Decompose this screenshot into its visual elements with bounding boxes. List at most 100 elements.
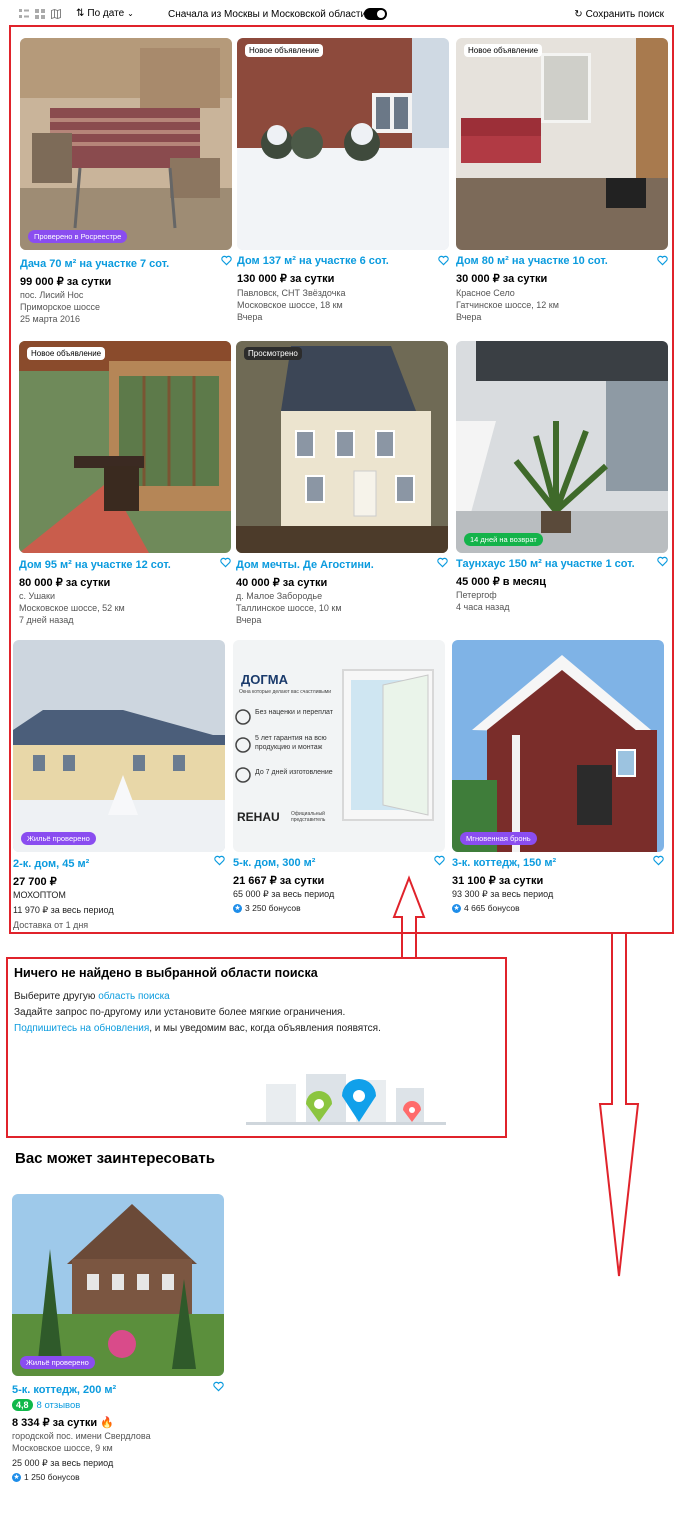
listing-period-price: 93 300 ₽ за весь период <box>452 889 554 899</box>
new-listing-badge: Новое объявление <box>27 347 106 360</box>
verified-badge: Жильё проверено <box>21 832 96 845</box>
photo-brick-house-winter <box>237 38 449 250</box>
ad-tagline: Окна которые делают вас счастливыми <box>239 689 332 695</box>
ad-partner-logo: REHAU <box>237 810 280 824</box>
photo-townhouse-palm <box>456 341 668 553</box>
ad-brand-logo: ДОГМА <box>241 672 288 687</box>
listing-photo[interactable]: Просмотрено <box>236 341 448 553</box>
empty-state-title: Ничего не найдено в выбранной области по… <box>14 966 318 980</box>
bonus-icon: ★ <box>452 903 461 913</box>
listing-title[interactable]: Дом мечты. Де Агостини. <box>236 559 432 571</box>
verified-badge: Жильё проверено <box>20 1356 95 1369</box>
reviews-link[interactable]: 8 отзывов <box>37 1400 81 1411</box>
listing-title[interactable]: Дом 95 м² на участке 12 сот. <box>19 559 215 571</box>
listing-title[interactable]: Таунхаус 150 м² на участке 1 сот. <box>456 558 652 570</box>
ad-feature-1: Без наценки и переплат <box>255 709 333 716</box>
price-label: 8 334 ₽ за сутки <box>12 1417 98 1429</box>
listing-price: 130 000 ₽ за сутки <box>237 273 335 285</box>
listing-title[interactable]: 5-к. коттедж, 200 м² <box>12 1384 208 1396</box>
listing-title[interactable]: 5-к. дом, 300 м² <box>233 857 429 869</box>
refund-badge: 14 дней на возврат <box>464 533 543 546</box>
listing-price: 40 000 ₽ за сутки <box>236 577 328 589</box>
photo-winter-house <box>13 640 225 852</box>
subscribe-updates-link[interactable]: Подпишитесь на обновления <box>14 1023 149 1034</box>
favorite-heart-icon[interactable] <box>657 556 668 567</box>
map-pins-illustration <box>246 1074 446 1125</box>
favorite-heart-icon[interactable] <box>653 855 664 866</box>
listing-photo[interactable]: Мгновенная бронь <box>452 640 664 852</box>
listing-price: 8 334 ₽ за сутки 🔥 <box>12 1416 114 1429</box>
favorite-heart-icon[interactable] <box>214 855 225 866</box>
listing-photo[interactable]: Новое объявление <box>456 38 668 250</box>
favorite-heart-icon[interactable] <box>213 1381 224 1392</box>
listing-bonus: ★ 1 250 бонусов <box>12 1472 80 1482</box>
photo-dollhouse <box>236 341 448 553</box>
listing-location: с. Ушаки <box>19 591 56 601</box>
listing-date: Вчера <box>237 312 263 322</box>
empty-state-line-2: Задайте запрос по-другому или установите… <box>14 1007 346 1018</box>
listing-date: Вчера <box>236 615 262 625</box>
bonus-label: 1 250 бонусов <box>24 1472 80 1482</box>
listing-delivery: Доставка от 1 дня <box>13 920 89 930</box>
listing-title[interactable]: Дом 80 м² на участке 10 сот. <box>456 255 652 267</box>
listing-price: 21 667 ₽ за сутки <box>233 875 325 887</box>
listing-date: 4 часа назад <box>456 602 510 612</box>
listing-price: 30 000 ₽ за сутки <box>456 273 548 285</box>
listing-date: Вчера <box>456 312 482 322</box>
favorite-heart-icon[interactable] <box>657 255 668 266</box>
photo-living-room <box>456 38 668 250</box>
fire-icon: 🔥 <box>100 1417 114 1429</box>
listing-title[interactable]: Дом 137 м² на участке 6 сот. <box>237 255 433 267</box>
listing-seller: МОХОПТОМ <box>13 890 66 900</box>
search-area-link[interactable]: область поиска <box>98 991 170 1002</box>
listing-location: Петергоф <box>456 590 497 600</box>
instant-booking-badge: Мгновенная бронь <box>460 832 537 845</box>
listing-location: Павловск, СНТ Звёздочка <box>237 288 346 298</box>
listing-location: городской пос. имени Свердлова <box>12 1431 151 1441</box>
listing-title[interactable]: 3-к. коттедж, 150 м² <box>452 857 648 869</box>
listing-title[interactable]: 2-к. дом, 45 м² <box>13 858 209 870</box>
listing-highway: Таллинское шоссе, 10 км <box>236 603 342 613</box>
favorite-heart-icon[interactable] <box>438 255 449 266</box>
ad-feature-2: 5 лет гарантия на всю продукцию и монтаж <box>255 735 327 751</box>
listing-photo[interactable]: Новое объявление <box>19 341 231 553</box>
photo-wooden-cottage <box>452 640 664 852</box>
rating-badge: 4,8 <box>12 1399 33 1411</box>
ad-partner-note: Официальный представитель <box>291 811 326 823</box>
listing-rating[interactable]: 4,8 8 отзывов <box>12 1399 80 1411</box>
empty-state-line-3: Подпишитесь на обновления, и мы уведомим… <box>14 1023 381 1034</box>
listing-bonus: ★ 3 250 бонусов <box>233 903 301 913</box>
favorite-heart-icon[interactable] <box>221 255 232 266</box>
photo-veranda <box>19 341 231 553</box>
section-title: Вас может заинтересовать <box>15 1150 215 1167</box>
empty-state-line-1: Выберите другую область поиска <box>14 991 170 1002</box>
favorite-heart-icon[interactable] <box>434 855 445 866</box>
new-listing-badge: Новое объявление <box>245 44 324 57</box>
listing-highway: Московское шоссе, 18 км <box>237 300 343 310</box>
listing-highway: Гатчинское шоссе, 12 км <box>456 300 559 310</box>
listing-price: 99 000 ₽ за сутки <box>20 276 112 288</box>
ad-banner[interactable]: ДОГМА Окна которые делают вас счастливым… <box>233 640 445 852</box>
empty-state-text: Выберите другую <box>14 991 99 1002</box>
listing-location: д. Малое Забородье <box>236 591 323 601</box>
listing-period-price: 11 970 ₽ за весь период <box>13 905 114 915</box>
listing-date: 7 дней назад <box>19 615 74 625</box>
empty-state-text: , и мы уведомим вас, когда объявления по… <box>149 1023 381 1034</box>
listing-price: 27 700 ₽ <box>13 876 57 888</box>
listing-price: 80 000 ₽ за сутки <box>19 577 111 589</box>
bonus-label: 4 665 бонусов <box>464 903 520 913</box>
listing-title[interactable]: Дача 70 м² на участке 7 сот. <box>20 258 216 270</box>
listing-photo[interactable]: Жильё проверено <box>13 640 225 852</box>
listing-photo[interactable]: Проверено в Росреестре <box>20 38 232 250</box>
ad-feature-3: До 7 дней изготовление <box>255 769 333 776</box>
favorite-heart-icon[interactable] <box>437 557 448 568</box>
favorite-heart-icon[interactable] <box>220 557 231 568</box>
listing-photo[interactable]: Новое объявление <box>237 38 449 250</box>
listing-photo[interactable]: Жильё проверено <box>12 1194 224 1376</box>
bonus-label: 3 250 бонусов <box>245 903 301 913</box>
listing-date: 25 марта 2016 <box>20 314 81 324</box>
verified-badge: Проверено в Росреестре <box>28 230 128 243</box>
listing-price: 31 100 ₽ за сутки <box>452 875 544 887</box>
bonus-icon: ★ <box>233 903 242 913</box>
listing-photo[interactable]: 14 дней на возврат <box>456 341 668 553</box>
